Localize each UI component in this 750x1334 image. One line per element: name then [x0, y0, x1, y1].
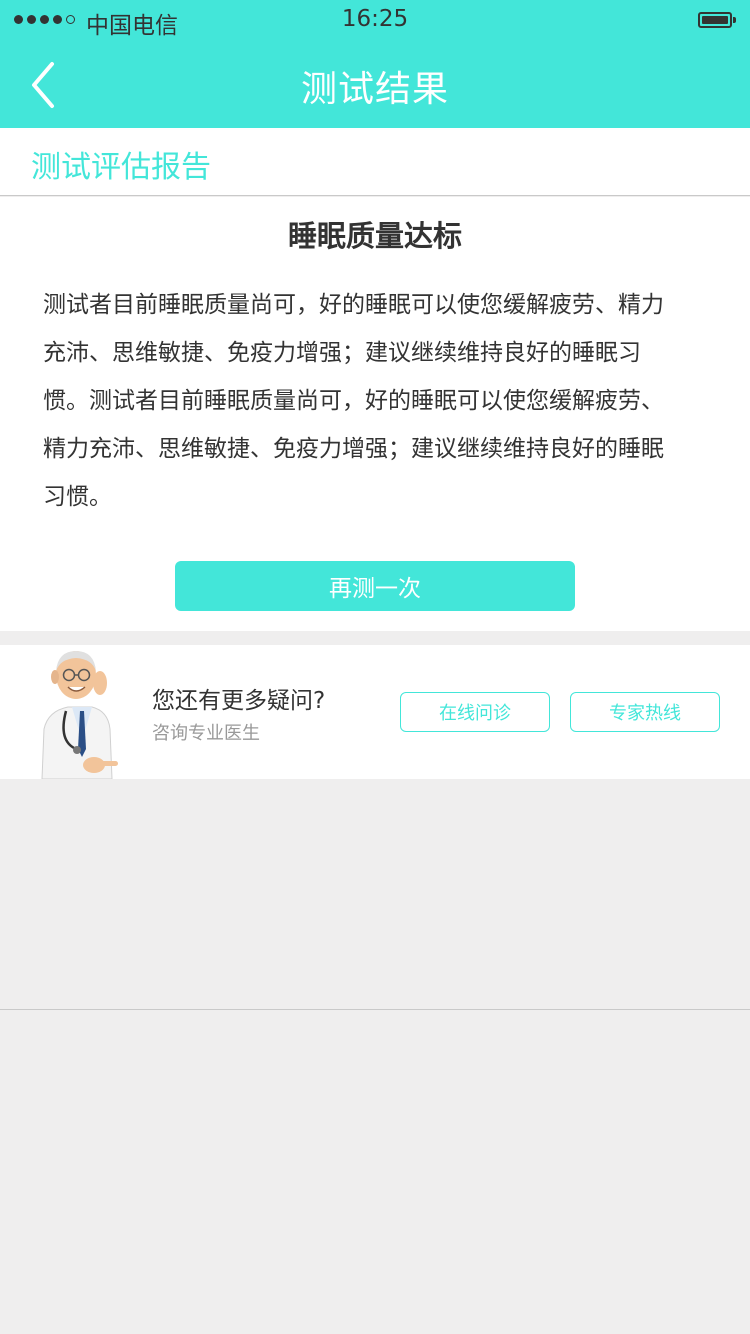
status-bar: 中国电信 16:25	[0, 0, 750, 40]
report-section-header: 测试评估报告	[0, 128, 750, 196]
result-description: 测试者目前睡眠质量尚可，好的睡眠可以使您缓解疲劳、精力充沛、思维敏捷、免疫力增强…	[43, 292, 664, 510]
page-title: 测试结果	[300, 69, 449, 110]
retest-button[interactable]: 再测一次	[175, 561, 575, 611]
doctor-illustration	[41, 651, 118, 779]
report-section-title: 测试评估报告	[31, 150, 211, 185]
battery-icon	[698, 12, 736, 28]
expert-hotline-button[interactable]: 专家热线	[570, 692, 720, 732]
consult-panel: 您还有更多疑问? 咨询专业医生 在线问诊 专家热线	[0, 645, 750, 779]
more-questions-title: 您还有更多疑问?	[152, 688, 326, 714]
status-time: 16:25	[341, 6, 409, 32]
top-bar: 中国电信 16:25 测试结果	[0, 0, 750, 128]
result-card: 睡眠质量达标 测试者目前睡眠质量尚可，好的睡眠可以使您缓解疲劳、精力充沛、思维敏…	[0, 197, 750, 631]
online-consult-button[interactable]: 在线问诊	[400, 692, 550, 732]
divider	[0, 1009, 750, 1010]
consult-doctor-subtitle: 咨询专业医生	[152, 723, 260, 744]
result-headline: 睡眠质量达标	[287, 219, 462, 253]
